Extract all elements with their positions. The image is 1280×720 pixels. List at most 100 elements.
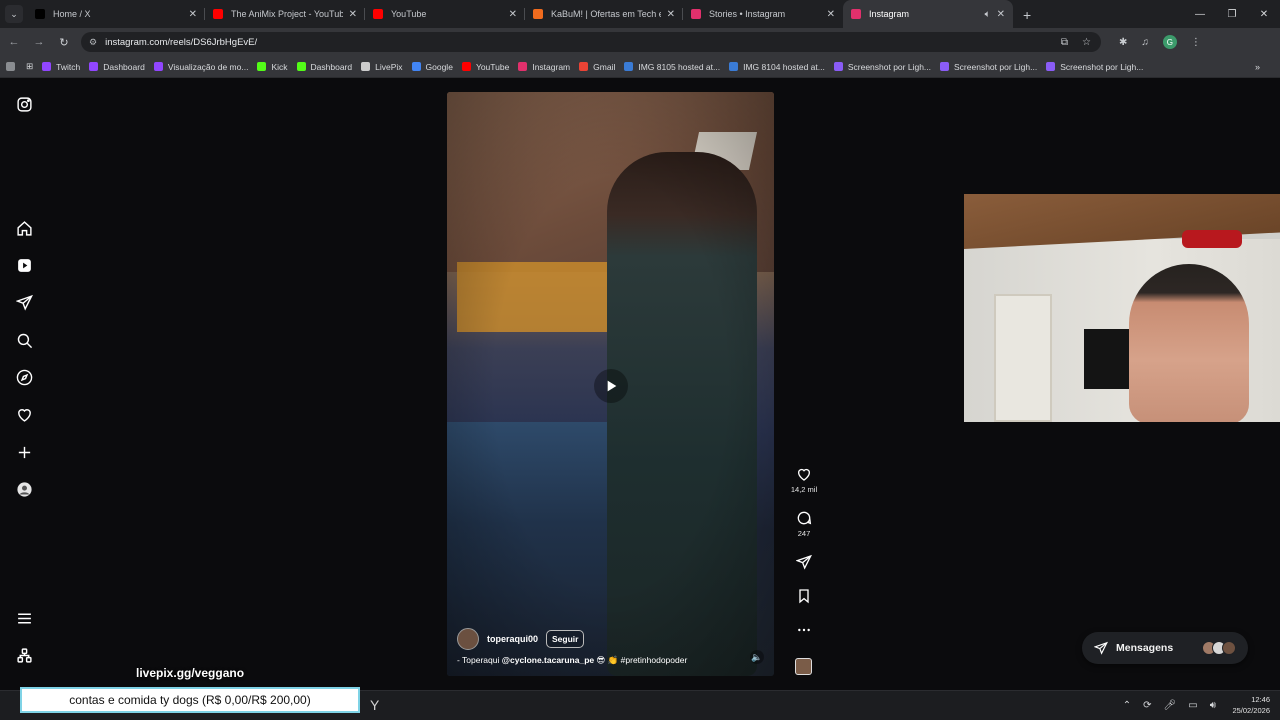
address-bar[interactable]: ⚙ instagram.com/reels/DS6JrbHgEvE/ ⧉ ☆ — [81, 32, 1101, 52]
messages-label: Mensagens — [1116, 642, 1174, 654]
author-username[interactable]: toperaqui00 — [487, 634, 538, 644]
search-icon[interactable] — [16, 332, 33, 349]
tab-item[interactable]: Home / X ✕ — [27, 0, 205, 28]
taskbar-clock[interactable]: 12:46 25/02/2026 — [1232, 694, 1270, 716]
author-avatar[interactable] — [457, 628, 479, 650]
donation-goal-bar: contas e comida ty dogs (R$ 0,00/R$ 200,… — [20, 687, 360, 713]
tab-item[interactable]: KaBuM! | Ofertas em Tech e Ga ✕ — [525, 0, 683, 28]
bookmark-item[interactable]: YouTube — [461, 61, 510, 72]
window-controls: — ❐ ✕ — [1184, 0, 1280, 28]
instagram-sidebar — [0, 78, 48, 690]
tab-title: KaBuM! | Ofertas em Tech e Ga — [551, 9, 661, 19]
back-icon[interactable]: ← — [3, 31, 25, 53]
caption-mention[interactable]: @cyclone.tacaruna_pe — [502, 655, 594, 665]
tray-volume-icon[interactable]: 🔊︎ — [1210, 700, 1216, 711]
tab-close-icon[interactable]: ✕ — [189, 9, 197, 20]
mute-icon[interactable]: 🔈 — [750, 650, 764, 664]
tab-close-icon[interactable]: ✕ — [667, 9, 675, 20]
more-menu-icon[interactable] — [16, 610, 33, 627]
reel-caption: - Toperaqui @cyclone.tacaruna_pe 😎 👏 #pr… — [457, 655, 687, 666]
like-count: 14,2 mil — [790, 485, 818, 494]
all-bookmarks-icon[interactable]: ⊞ — [26, 61, 33, 72]
more-bookmarks-icon[interactable]: » — [1255, 62, 1260, 72]
tab-active[interactable]: Instagram 🔈︎ ✕ — [843, 0, 1013, 28]
bookmark-item[interactable]: IMG 8105 hosted at... — [624, 62, 720, 72]
webcam-overlay — [964, 194, 1280, 422]
tab-item[interactable]: Stories • Instagram ✕ — [683, 0, 843, 28]
explore-icon[interactable] — [16, 369, 33, 386]
bookmark-label: Dashboard — [310, 61, 353, 72]
bookmark-item[interactable]: Google — [411, 61, 453, 72]
save-bookmark-icon[interactable] — [796, 588, 812, 604]
instagram-logo-icon[interactable] — [16, 96, 33, 113]
tray-mic-icon[interactable]: 🎤︎ — [1164, 700, 1177, 711]
bookmark-item[interactable]: Dashboard — [296, 61, 353, 72]
save-action — [786, 588, 822, 604]
close-window-icon[interactable]: ✕ — [1248, 0, 1280, 28]
profile-avatar-icon[interactable] — [16, 481, 33, 498]
comment-icon[interactable] — [796, 510, 812, 526]
tab-close-icon[interactable]: ✕ — [509, 9, 517, 20]
notifications-heart-icon[interactable] — [16, 406, 33, 423]
tab-close-icon[interactable]: ✕ — [997, 9, 1005, 20]
create-plus-icon[interactable] — [16, 444, 33, 461]
bookmark-item[interactable]: Screenshot por Ligh... — [1046, 62, 1143, 72]
bookmark-item[interactable]: Kick — [257, 62, 288, 72]
tab-item[interactable]: YouTube ✕ — [365, 0, 525, 28]
apps-icon[interactable] — [6, 62, 20, 71]
restore-icon[interactable]: ❐ — [1216, 0, 1248, 28]
tab-title: Stories • Instagram — [709, 9, 786, 19]
bookmark-favicon-icon — [257, 62, 267, 71]
tab-item[interactable]: The AniMix Project - YouTube ✕ — [205, 0, 365, 28]
bookmark-item[interactable]: Visualização de mo... — [153, 62, 248, 72]
tab-audio-icon[interactable]: 🔈︎ — [985, 9, 991, 20]
share-icon[interactable] — [796, 554, 812, 570]
profile-avatar[interactable]: G — [1162, 35, 1177, 49]
taskbar-app-icon[interactable]: Y — [370, 697, 379, 713]
webcam-frame — [1182, 230, 1242, 248]
bookmark-star-icon[interactable]: ☆ — [1082, 37, 1091, 48]
follow-button[interactable]: Seguir — [546, 630, 585, 648]
bookmark-item[interactable]: Instagram — [518, 62, 570, 72]
like-heart-icon[interactable] — [796, 466, 812, 482]
extensions-icon[interactable]: ✱ — [1119, 37, 1127, 48]
home-icon[interactable] — [16, 220, 33, 237]
bookmark-label: Google — [425, 61, 453, 72]
also-from-meta-icon[interactable] — [16, 647, 33, 664]
reels-icon[interactable] — [16, 257, 33, 274]
tray-chevron-icon[interactable]: ⌃ — [1123, 700, 1131, 711]
tab-title: The AniMix Project - YouTube — [231, 9, 343, 19]
bookmark-item[interactable]: Gmail — [579, 62, 615, 72]
bookmark-item[interactable]: LivePix — [361, 61, 403, 72]
tab-search-icon[interactable]: ⌄ — [5, 5, 23, 23]
bookmarks-bar: ⊞ Twitch Dashboard Visualização de mo... Ki… — [0, 56, 1280, 78]
messages-button[interactable]: Mensagens — [1082, 632, 1248, 664]
forward-icon[interactable]: → — [28, 31, 50, 53]
media-controls-icon[interactable]: ♫ — [1141, 37, 1149, 48]
reload-icon[interactable]: ↻ — [53, 31, 75, 53]
install-app-icon[interactable]: ⧉ — [1061, 37, 1068, 48]
minimize-icon[interactable]: — — [1184, 0, 1216, 28]
bookmark-label: IMG 8104 hosted at... — [743, 61, 825, 72]
reel-video[interactable]: toperaqui00 Seguir - Toperaqui @cyclone.… — [447, 92, 774, 676]
more-options-icon[interactable] — [796, 622, 812, 638]
bookmark-item[interactable]: Screenshot por Ligh... — [833, 62, 931, 72]
bookmark-item[interactable]: Dashboard — [89, 62, 145, 72]
play-icon[interactable] — [594, 369, 628, 403]
tab-close-icon[interactable]: ✕ — [349, 9, 357, 20]
bookmark-label: YouTube — [475, 61, 510, 72]
bookmark-item[interactable]: IMG 8104 hosted at... — [729, 62, 825, 72]
tab-close-icon[interactable]: ✕ — [827, 9, 835, 20]
chrome-menu-icon[interactable]: ⋮ — [1191, 37, 1201, 48]
tab-title: YouTube — [391, 9, 427, 19]
bookmark-label: LivePix — [375, 61, 403, 72]
site-info-icon[interactable]: ⚙ — [89, 37, 97, 48]
tray-display-icon[interactable]: ▭ — [1188, 700, 1197, 711]
audio-thumbnail[interactable] — [795, 658, 812, 675]
direct-messages-icon[interactable] — [16, 294, 33, 311]
tray-sync-icon[interactable]: ⟳ — [1143, 700, 1151, 711]
bookmark-item[interactable]: Twitch — [42, 62, 80, 72]
new-tab-icon[interactable]: + — [1023, 7, 1031, 23]
bookmark-item[interactable]: Screenshot por Ligh... — [940, 62, 1037, 72]
share-action — [786, 554, 822, 570]
